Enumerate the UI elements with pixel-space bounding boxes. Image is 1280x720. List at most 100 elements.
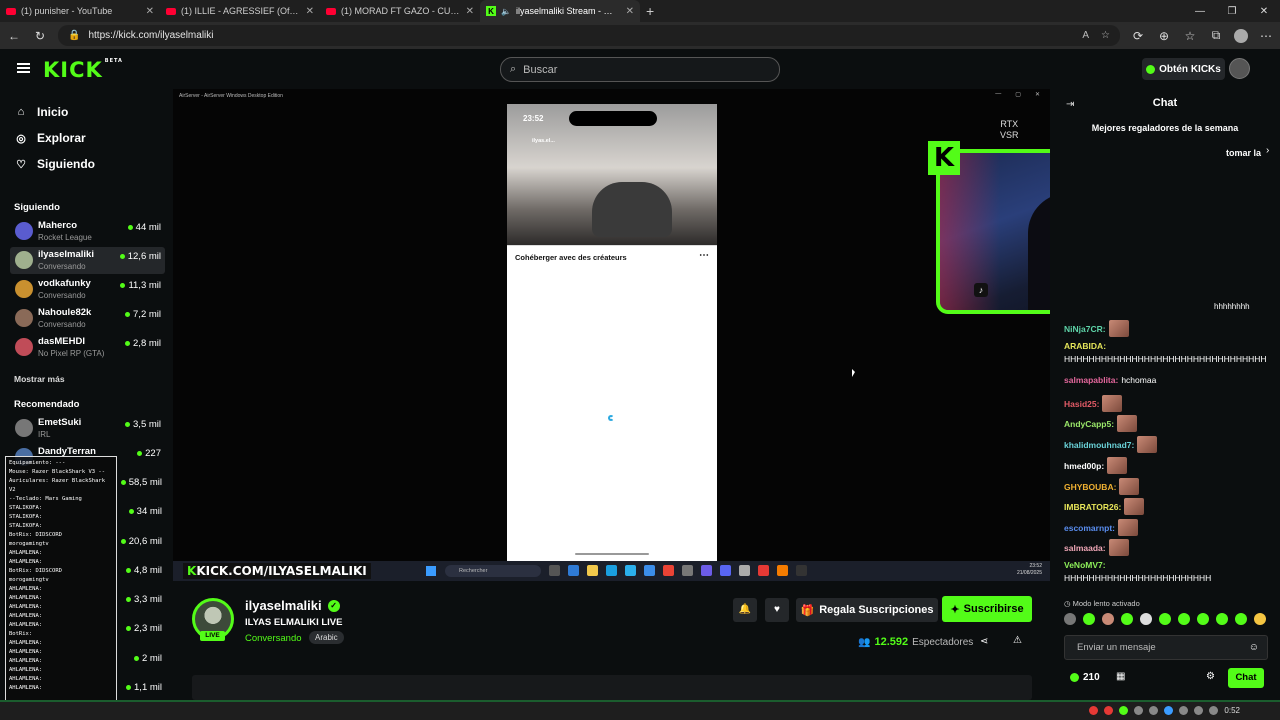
tray-icon[interactable] — [1089, 706, 1098, 715]
profile-avatar[interactable] — [1234, 28, 1248, 43]
search-input[interactable]: ⌕ Buscar — [500, 57, 780, 82]
kick-logo[interactable]: KICK BETA — [43, 58, 123, 82]
recommended-viewer-count[interactable]: 3,3 mil — [118, 594, 162, 605]
sidebar-channel-nahoule82k[interactable]: Nahoule82k Conversando 7,2 mil — [10, 305, 165, 332]
back-icon[interactable]: ← — [6, 29, 22, 43]
tray-icon[interactable] — [1149, 706, 1158, 715]
wifi-icon[interactable] — [1194, 706, 1203, 715]
chat-username[interactable]: salmapablita: — [1064, 375, 1118, 385]
chat-username[interactable]: escomarnpt: — [1064, 523, 1115, 533]
new-tab-button[interactable]: + — [640, 3, 660, 19]
recommended-viewer-count[interactable]: 2 mil — [118, 653, 162, 664]
store-icon[interactable]: ▦ — [1116, 671, 1125, 682]
kicks-balance[interactable]: 210 — [1070, 672, 1100, 683]
chat-username[interactable]: salmaada: — [1064, 543, 1106, 553]
tray-icon[interactable] — [1104, 706, 1113, 715]
chat-username[interactable]: AndyCapp5: — [1064, 419, 1114, 429]
streamer-name[interactable]: ilyaselmaliki ✓ — [245, 598, 340, 613]
emote-icon[interactable] — [1178, 613, 1190, 625]
notification-bell-button[interactable]: 🔔 — [733, 598, 757, 622]
chat-username[interactable]: Hasid25: — [1064, 399, 1099, 409]
volume-icon[interactable] — [1209, 706, 1218, 715]
chat-username[interactable]: ARABIDA: — [1064, 341, 1106, 351]
stream-category[interactable]: Conversando — [245, 633, 302, 644]
chat-username[interactable]: NiNja7CR: — [1064, 324, 1106, 334]
nav-explore[interactable]: ◎ Explorar — [15, 131, 86, 145]
emote-icon — [1108, 539, 1129, 556]
favorite-star-icon[interactable]: ☆ — [1101, 30, 1110, 41]
chat-username[interactable]: khalidmouhnad7: — [1064, 440, 1134, 450]
emote-icon[interactable] — [1216, 613, 1228, 625]
close-window-icon[interactable]: ✕ — [1248, 6, 1280, 17]
refresh-icon[interactable]: ↻ — [32, 29, 48, 43]
recommended-viewer-count[interactable]: 4,8 mil — [118, 565, 162, 576]
browser-tab-3[interactable]: (1) MORAD FT GAZO - CUÍDATE ✕ — [320, 0, 480, 22]
more-icon[interactable]: ⋯ — [1258, 29, 1274, 43]
tray-icon[interactable] — [1119, 706, 1128, 715]
emote-icon[interactable] — [1140, 613, 1152, 625]
sidebar-channel-dasmehdi[interactable]: dasMEHDI No Pixel RP (GTA) 2,8 mil — [10, 334, 165, 361]
system-clock[interactable]: 0:52 — [1224, 706, 1240, 715]
gift-subs-button[interactable]: 🎁 Regala Suscripciones — [796, 598, 938, 622]
loading-spinner-icon — [608, 415, 614, 421]
menu-icon[interactable] — [17, 63, 30, 73]
read-aloud-icon[interactable]: A — [1082, 30, 1089, 41]
emote-icon[interactable] — [1235, 613, 1247, 625]
tray-icon[interactable] — [1179, 706, 1188, 715]
video-player[interactable]: AirServer - AirServer Windows Desktop Ed… — [173, 89, 1212, 581]
subscribe-button[interactable]: ✦ Suscribirse — [942, 596, 1032, 622]
recommended-viewer-count[interactable]: 20,6 mil — [118, 536, 162, 547]
viewer-count-text: 4,8 mil — [134, 565, 162, 576]
close-icon[interactable]: ✕ — [146, 6, 154, 17]
collections-icon[interactable]: ⧉ — [1208, 28, 1224, 43]
close-icon[interactable]: ✕ — [466, 6, 474, 17]
extensions-icon[interactable]: ⟳ — [1130, 29, 1146, 43]
emoji-icon[interactable]: ☺ — [1249, 636, 1259, 660]
chat-message-input[interactable]: Enviar un mensaje ☺ — [1064, 635, 1268, 660]
chat-username[interactable]: GHYBOUBA: — [1064, 482, 1116, 492]
emote-icon[interactable] — [1121, 613, 1133, 625]
tray-icon[interactable] — [1134, 706, 1143, 715]
sidebar-channel-maherco[interactable]: Maherco Rocket League 44 mil — [10, 218, 165, 245]
url-field[interactable]: 🔒 https://kick.com/ilyaselmaliki A ☆ — [58, 25, 1120, 46]
sidebar-channel-emetsuki[interactable]: EmetSuki IRL 3,5 mil — [10, 415, 165, 442]
share-icon[interactable]: ⋖ — [980, 636, 988, 647]
gear-icon[interactable]: ⚙ — [1206, 671, 1215, 682]
emote-icon[interactable] — [1159, 613, 1171, 625]
follow-heart-button[interactable]: ♥ — [765, 598, 789, 622]
browser-tab-1[interactable]: (1) punisher - YouTube ✕ — [0, 0, 160, 22]
restore-icon[interactable]: ❐ — [1216, 6, 1248, 17]
emote-icon[interactable] — [1197, 613, 1209, 625]
recommended-viewer-count[interactable]: 34 mil — [118, 506, 162, 517]
emote-icon[interactable] — [1102, 613, 1114, 625]
nav-following[interactable]: ♡ Siguiendo — [15, 157, 95, 171]
close-icon[interactable]: ✕ — [306, 6, 314, 17]
recommended-viewer-count[interactable]: 2,3 mil — [118, 623, 162, 634]
emote-icon[interactable] — [1083, 613, 1095, 625]
get-kicks-button[interactable]: Obtén KICKs — [1142, 58, 1225, 80]
show-more-link[interactable]: Mostrar más — [14, 374, 65, 384]
emote-icon[interactable] — [1064, 613, 1076, 625]
stream-tag[interactable]: Arabic — [309, 631, 344, 644]
split-icon[interactable]: ⊕ — [1156, 29, 1172, 43]
browser-tab-4[interactable]: K 🔈 ilyaselmaliki Stream - Watch ✕ — [480, 0, 640, 22]
sidebar-channel-ilyaselmaliki[interactable]: ilyaselmaliki Conversando 12,6 mil — [10, 247, 165, 274]
nav-home[interactable]: ⌂ Inicio — [15, 105, 69, 119]
chat-username[interactable]: hmed00p: — [1064, 461, 1104, 471]
recommended-viewer-count[interactable]: 58,5 mil — [118, 477, 162, 488]
sidebar-channel-vodkafunky[interactable]: vodkafunky Conversando 11,3 mil — [10, 276, 165, 303]
favorites-icon[interactable]: ☆ — [1182, 29, 1198, 43]
tray-icon[interactable] — [1164, 706, 1173, 715]
viewer-count-text: 2 mil — [141, 653, 162, 664]
chat-send-button[interactable]: Chat — [1228, 668, 1264, 688]
browser-tab-2[interactable]: (1) ILLIE - AGRESSIEF (Official Vid ✕ — [160, 0, 320, 22]
minimize-icon[interactable]: — — [1184, 6, 1216, 17]
recommended-viewer-count[interactable]: 1,1 mil — [118, 682, 162, 693]
close-icon[interactable]: ✕ — [626, 6, 634, 17]
chat-username[interactable]: IMBRATOR26: — [1064, 502, 1121, 512]
emote-icon[interactable] — [1254, 613, 1266, 625]
report-icon[interactable]: ⚠ — [1013, 635, 1022, 646]
chat-username[interactable]: VeNoMV7: — [1064, 560, 1106, 570]
chevron-right-icon[interactable]: › — [1266, 145, 1269, 156]
user-avatar[interactable] — [1229, 58, 1250, 79]
